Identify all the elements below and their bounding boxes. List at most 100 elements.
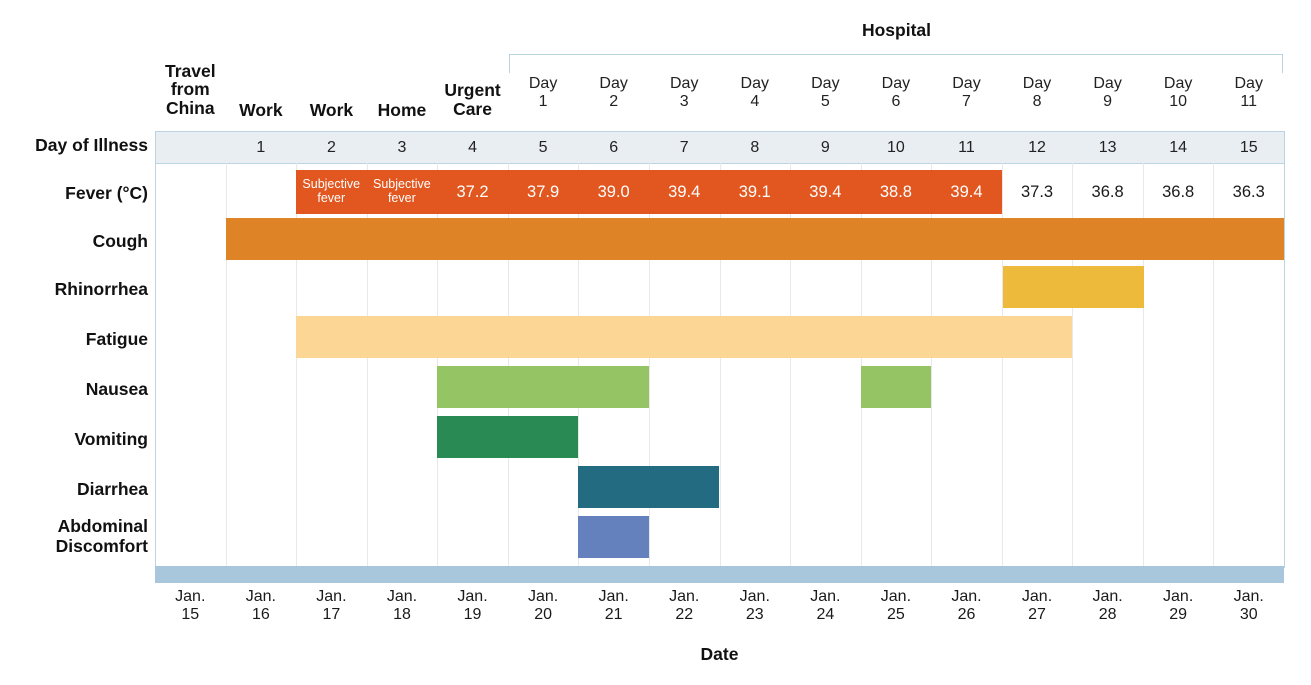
fever-subjective-text-1: Subjective fever <box>302 177 361 205</box>
plot-left-rule <box>155 131 156 568</box>
date-strip-segment-14 <box>1144 566 1212 583</box>
date-strip-segment-7 <box>650 566 718 583</box>
row-label-rhinorrhea: Rhinorrhea <box>54 279 148 299</box>
hospital-day-header-6: Day 6 <box>881 75 911 110</box>
date-strip-segment-3 <box>368 566 436 583</box>
clinical-timeline-chart: Hospital Travel from China Work Work Home Urge… <box>0 0 1311 685</box>
hospital-day-header-11: Day 11 <box>1234 75 1263 110</box>
hospital-day-header-7: Day 7 <box>952 75 981 110</box>
fever-value-12: 37.3 <box>1020 183 1054 201</box>
date-strip-segment-4 <box>438 566 507 583</box>
date-label-0: Jan. 15 <box>175 588 206 624</box>
bar-fatigue <box>296 316 1073 358</box>
date-strip <box>155 566 1284 583</box>
date-strip-segment-10 <box>862 566 930 583</box>
fever-value-4: 37.2 <box>456 183 489 201</box>
bar-vomiting <box>437 416 579 458</box>
day-of-illness-cell-15: 15 <box>1239 139 1258 156</box>
date-label-10: Jan. 25 <box>880 588 912 624</box>
date-label-3: Jan. 18 <box>386 588 418 624</box>
row-label-abdominal-discomfort: Abdominal Discomfort <box>0 516 148 556</box>
day-of-illness-strip: 1 2 3 4 5 6 7 8 9 10 11 12 13 14 15 <box>155 131 1284 164</box>
day-of-illness-cell-7: 7 <box>679 139 689 156</box>
fever-value-7: 39.4 <box>668 183 701 201</box>
date-label-9: Jan. 24 <box>810 588 841 624</box>
row-label-fatigue: Fatigue <box>85 329 148 349</box>
hospital-group-title: Hospital <box>861 20 932 40</box>
day-of-illness-cell-9: 9 <box>820 139 830 156</box>
setting-header-3: Home <box>377 99 427 120</box>
fever-subjective-text-2: Subjective fever <box>373 177 431 205</box>
date-label-14: Jan. 29 <box>1163 588 1194 624</box>
hospital-day-header-2: Day 2 <box>599 75 628 110</box>
hospital-day-header-5: Day 5 <box>811 75 840 110</box>
row-label-fever: Fever (°C) <box>65 183 148 203</box>
date-label-1: Jan. 16 <box>245 588 276 624</box>
date-label-2: Jan. 17 <box>316 588 347 624</box>
day-of-illness-cell-12: 12 <box>1028 139 1046 156</box>
setting-header-4: Urgent Care <box>444 80 501 119</box>
fever-value-5: 37.9 <box>527 183 560 201</box>
fever-value-8: 39.1 <box>738 183 771 201</box>
date-label-15: Jan. 30 <box>1233 588 1264 624</box>
hospital-day-header-3: Day 3 <box>669 75 699 110</box>
day-of-illness-cell-6: 6 <box>609 139 619 156</box>
day-of-illness-cell-4: 4 <box>468 139 477 156</box>
hospital-day-header-4: Day 4 <box>740 75 769 110</box>
fever-value-9: 39.4 <box>809 183 842 201</box>
bar-abdominal-discomfort <box>578 516 649 558</box>
date-strip-segment-2 <box>297 566 366 583</box>
day-of-illness-cell-11: 11 <box>958 139 975 156</box>
setting-header-2: Work <box>309 99 354 120</box>
day-of-illness-cell-1: 1 <box>256 139 266 156</box>
bar-diarrhea <box>578 466 720 508</box>
fever-value-6: 39.0 <box>597 183 630 201</box>
day-of-illness-cell-10: 10 <box>887 139 905 156</box>
day-of-illness-cell-5: 5 <box>538 139 548 156</box>
row-label-cough: Cough <box>92 231 148 251</box>
hospital-day-header-9: Day 9 <box>1093 75 1122 110</box>
day-of-illness-cell-13: 13 <box>1098 139 1117 156</box>
row-label-nausea: Nausea <box>85 379 148 399</box>
date-strip-segment-6 <box>579 566 648 583</box>
bar-nausea-2 <box>860 366 932 408</box>
hospital-day-header-1: Day 1 <box>528 75 558 110</box>
row-label-abdominal-line2: Discomfort <box>55 535 148 556</box>
date-label-12: Jan. 27 <box>1021 588 1053 624</box>
hospital-day-header-10: Day 10 <box>1163 75 1193 110</box>
day-of-illness-label: Day of Illness <box>35 135 148 155</box>
date-label-13: Jan. 28 <box>1092 588 1123 624</box>
fever-value-13: 36.8 <box>1091 183 1124 201</box>
fever-value-15: 36.3 <box>1232 183 1265 201</box>
day-of-illness-cell-8: 8 <box>750 139 760 156</box>
row-label-vomiting: Vomiting <box>74 429 148 449</box>
fever-value-14: 36.8 <box>1162 183 1195 201</box>
x-axis-title: Date <box>700 644 739 664</box>
bar-nausea-1 <box>437 366 649 408</box>
date-label-5: Jan. 20 <box>527 588 559 624</box>
day-of-illness-cell-0 <box>155 132 226 163</box>
setting-header-0: Travel from China <box>164 60 216 119</box>
date-label-11: Jan. 26 <box>951 588 982 624</box>
date-label-7: Jan. 22 <box>669 588 700 624</box>
date-strip-segment-15 <box>1214 566 1283 583</box>
hospital-day-header-8: Day 8 <box>1022 75 1052 110</box>
date-label-4: Jan. 19 <box>457 588 488 624</box>
date-strip-segment-13 <box>1073 566 1142 583</box>
date-strip-segment-11 <box>932 566 1001 583</box>
day-of-illness-cell-14: 14 <box>1169 139 1188 156</box>
date-label-6: Jan. 21 <box>598 588 629 624</box>
date-strip-segment-8 <box>721 566 789 583</box>
date-strip-segment-0 <box>156 566 225 583</box>
bar-cough <box>225 218 1284 260</box>
plot-right-rule <box>1284 131 1285 568</box>
date-strip-segment-12 <box>1003 566 1071 583</box>
day-of-illness-cell-3: 3 <box>397 139 407 156</box>
date-strip-segment-9 <box>791 566 860 583</box>
setting-header-1: Work <box>239 99 283 120</box>
row-label-abdominal-line1: Abdominal <box>57 516 148 536</box>
row-label-diarrhea: Diarrhea <box>76 479 148 499</box>
date-label-8: Jan. 23 <box>739 588 770 624</box>
day-of-illness-cell-2: 2 <box>326 139 336 156</box>
date-strip-segment-1 <box>227 566 295 583</box>
